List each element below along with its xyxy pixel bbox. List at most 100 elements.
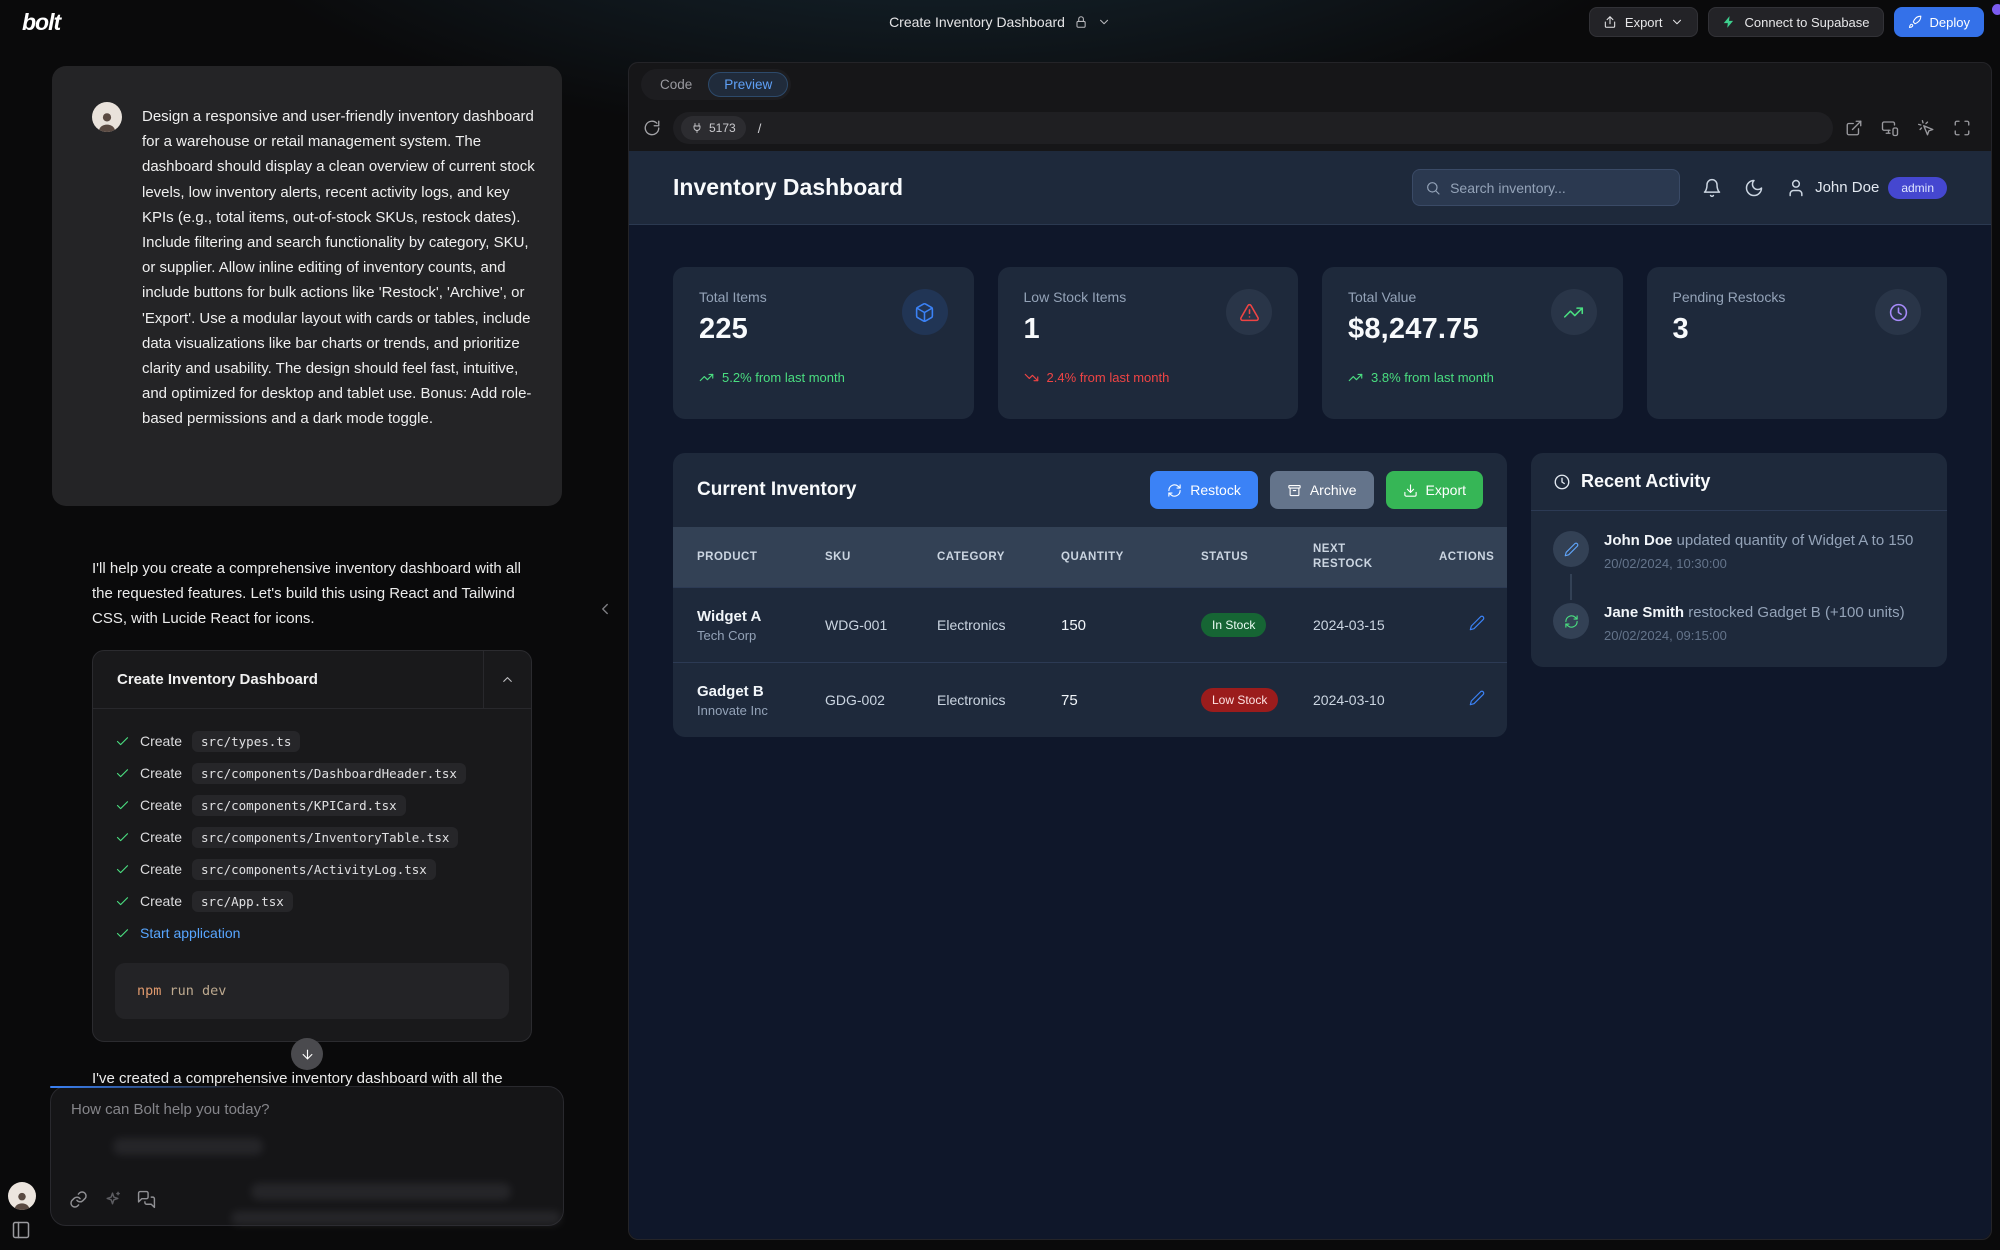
user-menu[interactable]: John Doe admin (1786, 177, 1947, 199)
fullscreen-icon[interactable] (1953, 119, 1971, 137)
sidebar-toggle-icon[interactable] (11, 1220, 31, 1240)
inventory-title: Current Inventory (697, 479, 856, 501)
scroll-to-bottom-button[interactable] (291, 1038, 323, 1070)
file-chip[interactable]: src/App.tsx (192, 891, 293, 912)
step-action: Create (140, 861, 182, 877)
col-product: PRODUCT (697, 550, 825, 565)
code-preview-toggle: Code Preview (641, 69, 791, 100)
chat-bubbles-icon[interactable] (137, 1190, 156, 1209)
clock-icon (1875, 289, 1921, 335)
url-bar[interactable]: 5173 / (673, 112, 1833, 144)
quantity-cell[interactable]: 75 (1061, 692, 1201, 709)
person-photo (96, 110, 118, 132)
supabase-label: Connect to Supabase (1744, 15, 1869, 30)
step-action: Create (140, 733, 182, 749)
sku-cell: GDG-002 (825, 692, 937, 708)
package-icon (902, 289, 948, 335)
col-sku: SKU (825, 550, 937, 565)
search-icon (1425, 180, 1441, 196)
tab-code[interactable]: Code (644, 72, 708, 97)
connect-supabase-button[interactable]: Connect to Supabase (1708, 7, 1883, 37)
alert-triangle-icon (1226, 289, 1272, 335)
edit-pencil-icon[interactable] (1469, 615, 1485, 631)
step-action: Create (140, 893, 182, 909)
inventory-search[interactable] (1412, 169, 1680, 206)
kpi-total-value: Total Value $8,247.75 3.8% from last mon… (1322, 267, 1623, 419)
inventory-card-header: Current Inventory Restock Archive (673, 453, 1507, 527)
dark-mode-moon-icon[interactable] (1744, 178, 1764, 198)
download-icon (1403, 483, 1418, 498)
dashboard-header-actions: John Doe admin (1412, 169, 1947, 206)
chevron-down-icon (1097, 15, 1111, 29)
col-status: STATUS (1201, 550, 1313, 565)
restock-button[interactable]: Restock (1150, 471, 1258, 509)
file-chip[interactable]: src/components/DashboardHeader.tsx (192, 763, 466, 784)
export-csv-button[interactable]: Export (1386, 471, 1483, 509)
refresh-icon (1553, 603, 1589, 639)
activity-item: Jane Smith restocked Gadget B (+100 unit… (1553, 603, 1925, 643)
app-preview: Inventory Dashboard John Doe admin (629, 151, 1991, 1239)
inspect-cursor-icon[interactable] (1917, 119, 1935, 137)
kpi-cards: Total Items 225 5.2% from last month Low… (629, 225, 1991, 419)
bolt-logo[interactable]: bolt (22, 9, 60, 36)
blurred-suggestion (251, 1183, 511, 1200)
step-row: Create src/components/KPICard.tsx (115, 789, 509, 821)
archive-button[interactable]: Archive (1270, 471, 1374, 509)
edit-pencil-icon[interactable] (1469, 690, 1485, 706)
file-chip[interactable]: src/components/ActivityLog.tsx (192, 859, 436, 880)
export-button[interactable]: Export (1589, 7, 1699, 37)
deploy-button[interactable]: Deploy (1894, 7, 1984, 37)
file-chip[interactable]: src/types.ts (192, 731, 300, 752)
terminal-command-block: npm run dev (115, 963, 509, 1019)
bell-icon[interactable] (1702, 178, 1722, 198)
tab-preview[interactable]: Preview (708, 72, 788, 97)
recent-activity-header: Recent Activity (1531, 453, 1947, 511)
product-cell: Gadget B Innovate Inc (697, 683, 825, 718)
lock-icon (1074, 15, 1088, 29)
col-next-restock: NEXT RESTOCK (1313, 542, 1391, 572)
recent-activity-card: Recent Activity John Doe updated quantit… (1531, 453, 1947, 667)
artifact-collapse-button[interactable] (483, 651, 531, 708)
sparkles-icon[interactable] (103, 1190, 122, 1209)
chat-input-toolbar (69, 1190, 156, 1209)
top-bar: bolt Create Inventory Dashboard Export C… (0, 0, 2000, 44)
chat-input[interactable] (71, 1101, 541, 1118)
file-chip[interactable]: src/components/KPICard.tsx (192, 795, 406, 816)
activity-text: John Doe updated quantity of Widget A to… (1604, 531, 1913, 551)
project-title: Create Inventory Dashboard (889, 14, 1065, 30)
status-badge: In Stock (1201, 613, 1266, 637)
command-name: npm (137, 983, 161, 999)
search-input[interactable] (1450, 180, 1667, 196)
chat-panel: Design a responsive and user-friendly in… (0, 44, 620, 1250)
notification-dot (1992, 4, 2000, 15)
plug-icon (691, 122, 703, 134)
chevron-down-icon (1670, 15, 1684, 29)
trend-down-icon (1024, 370, 1039, 385)
dashboard-title: Inventory Dashboard (673, 174, 903, 201)
port-chip[interactable]: 5173 (681, 116, 746, 140)
quantity-cell[interactable]: 150 (1061, 617, 1201, 634)
file-chip[interactable]: src/components/InventoryTable.tsx (192, 827, 458, 848)
step-row: Create src/components/DashboardHeader.ts… (115, 757, 509, 789)
assistant-outro-text: I've created a comprehensive inventory d… (92, 1070, 562, 1087)
link-attach-icon[interactable] (69, 1190, 88, 1209)
project-title-menu[interactable]: Create Inventory Dashboard (889, 14, 1111, 30)
input-glow (50, 1086, 240, 1088)
collapse-chat-chevron[interactable] (596, 600, 614, 618)
chat-input-box[interactable] (50, 1086, 564, 1226)
refresh-icon (1167, 483, 1182, 498)
activity-time: 20/02/2024, 10:30:00 (1604, 556, 1913, 571)
user-name: John Doe (1815, 179, 1879, 196)
start-application-link[interactable]: Start application (140, 925, 240, 941)
step-row: Create src/components/InventoryTable.tsx (115, 821, 509, 853)
open-external-icon[interactable] (1845, 119, 1863, 137)
supplier-name: Tech Corp (697, 628, 825, 643)
artifact-header: Create Inventory Dashboard (93, 651, 531, 709)
export-label: Export (1625, 15, 1663, 30)
kpi-low-stock: Low Stock Items 1 2.4% from last month (998, 267, 1299, 419)
step-row: Create src/App.tsx (115, 885, 509, 917)
artifact-card: Create Inventory Dashboard Create src/ty… (92, 650, 532, 1042)
reload-icon[interactable] (643, 119, 661, 137)
devices-icon[interactable] (1881, 119, 1899, 137)
account-avatar[interactable] (8, 1182, 36, 1210)
